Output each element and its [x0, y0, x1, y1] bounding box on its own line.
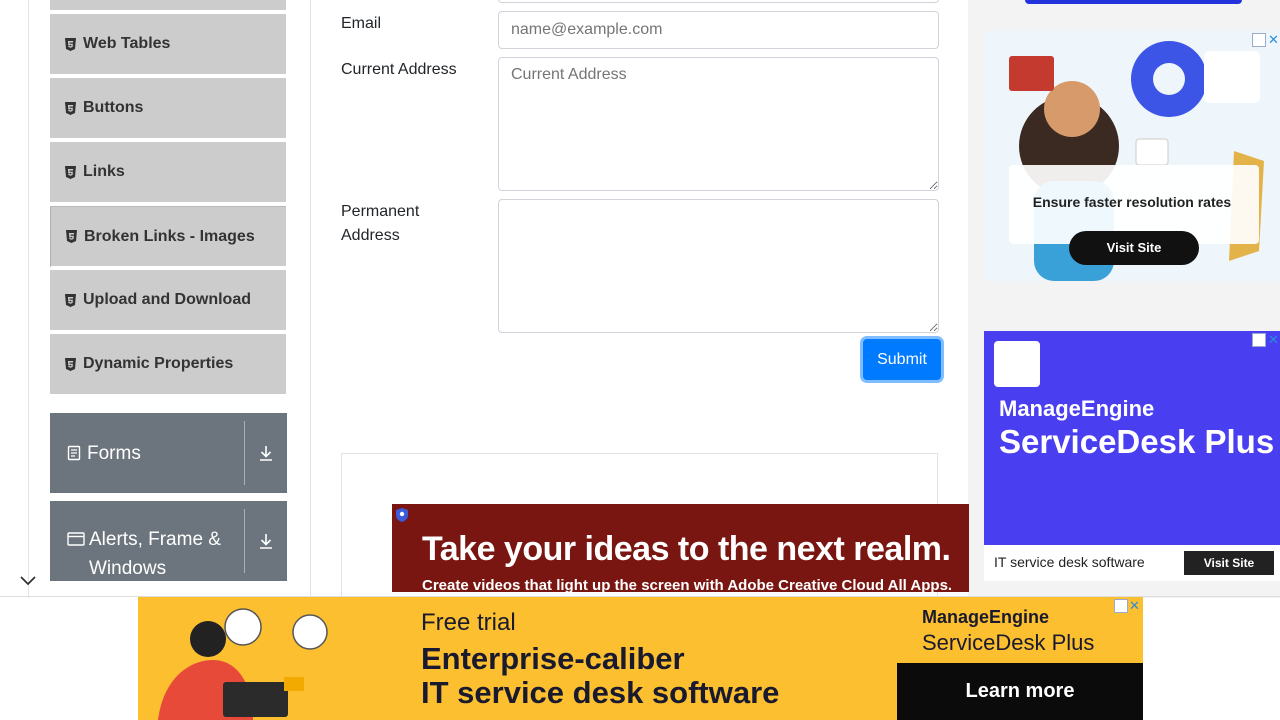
window-icon	[67, 531, 85, 547]
ad-servicedesk-2[interactable]: ManageEngine ServiceDesk Plus IT service…	[984, 331, 1280, 581]
visit-site-button[interactable]: Visit Site	[1184, 551, 1274, 575]
ad-tagline: IT service desk software	[994, 554, 1145, 570]
ad-brand-main: ServiceDesk Plus	[922, 630, 1095, 655]
html5-icon	[65, 230, 78, 244]
name-field-partial[interactable]	[498, 0, 939, 3]
group-label: Forms	[87, 442, 141, 464]
permanent-address-field[interactable]	[498, 199, 939, 333]
adchoices-icon[interactable]	[1252, 333, 1266, 347]
ad-button-partial[interactable]	[1025, 0, 1242, 4]
shield-icon	[396, 508, 408, 522]
content-divider	[310, 0, 311, 598]
email-field[interactable]	[498, 11, 939, 49]
ad-bottom-bar: IT service desk software Visit Site	[984, 545, 1280, 581]
close-icon[interactable]: ✕	[1268, 32, 1279, 48]
download-icon[interactable]	[245, 413, 287, 493]
learn-more-button[interactable]: Learn more	[897, 663, 1143, 720]
ad-adobe[interactable]: Take your ideas to the next realm. Creat…	[392, 504, 969, 592]
current-address-label: Current Address	[341, 61, 457, 78]
ad-servicedesk-1[interactable]: Ensure faster resolution rates Visit Sit…	[984, 31, 1280, 281]
visit-site-button[interactable]: Visit Site	[1069, 231, 1199, 265]
close-icon[interactable]: ✕	[1129, 598, 1140, 614]
sidebar-item-dynamic-properties[interactable]: Dynamic Properties	[50, 334, 286, 396]
email-label: Email	[341, 15, 382, 32]
sidebar-item-label: Buttons	[83, 99, 144, 116]
sidebar-item-web-tables[interactable]: Web Tables	[50, 14, 286, 76]
ad-illustration	[158, 608, 328, 720]
group-forms[interactable]: Forms	[50, 413, 287, 493]
sidebar-item-buttons[interactable]: Buttons	[50, 78, 286, 140]
sidebar-item-label: Links	[83, 163, 125, 180]
group-alerts-frames-windows[interactable]: Alerts, Frame & Windows	[50, 501, 287, 581]
sidebar-item-partial[interactable]	[50, 0, 286, 12]
html5-icon	[64, 293, 77, 307]
sidebar-item-broken-links[interactable]: Broken Links - Images	[50, 206, 286, 268]
current-address-field[interactable]	[498, 57, 939, 191]
sidebar-item-links[interactable]: Links	[50, 142, 286, 204]
adchoices-icon[interactable]	[1252, 33, 1266, 47]
permanent-address-label: Permanent Address	[341, 203, 420, 244]
ad-line-1: Enterprise-caliber	[421, 641, 685, 676]
left-divider	[28, 0, 29, 598]
group-label: Alerts, Frame & Windows	[89, 529, 221, 579]
ad-line-2: IT service desk software	[421, 675, 780, 710]
sidebar-item-label: Dynamic Properties	[83, 355, 234, 372]
ad-brand-top: ManageEngine	[922, 607, 1050, 627]
download-icon[interactable]	[245, 501, 287, 581]
adchoices-icon[interactable]	[1114, 599, 1128, 613]
ad-brand-top: ManageEngine	[999, 396, 1155, 421]
html5-icon	[64, 101, 77, 115]
close-icon[interactable]: ✕	[1268, 332, 1279, 348]
chevron-down-icon[interactable]	[0, 566, 56, 596]
sidebar-item-label: Web Tables	[83, 35, 171, 52]
ad-brand-main: ServiceDesk Plus	[999, 423, 1275, 460]
form-icon	[67, 445, 81, 461]
html5-icon	[64, 165, 77, 179]
ad-tagline: Ensure faster resolution rates	[1032, 194, 1232, 210]
ad-free-trial: Free trial	[421, 609, 516, 636]
submit-button[interactable]: Submit	[863, 339, 941, 380]
ad-headline: Take your ideas to the next realm.	[422, 530, 951, 568]
ad-logo	[994, 341, 1040, 387]
sidebar-item-upload-download[interactable]: Upload and Download	[50, 270, 286, 332]
html5-icon	[64, 37, 77, 51]
sidebar-item-label: Upload and Download	[83, 291, 251, 308]
html5-icon	[64, 357, 77, 371]
sidebar-item-label: Broken Links - Images	[84, 227, 255, 245]
ad-subline: Create videos that light up the screen w…	[422, 577, 953, 592]
ad-banner-servicedesk[interactable]: Free trial Enterprise-caliber IT service…	[138, 597, 1143, 720]
